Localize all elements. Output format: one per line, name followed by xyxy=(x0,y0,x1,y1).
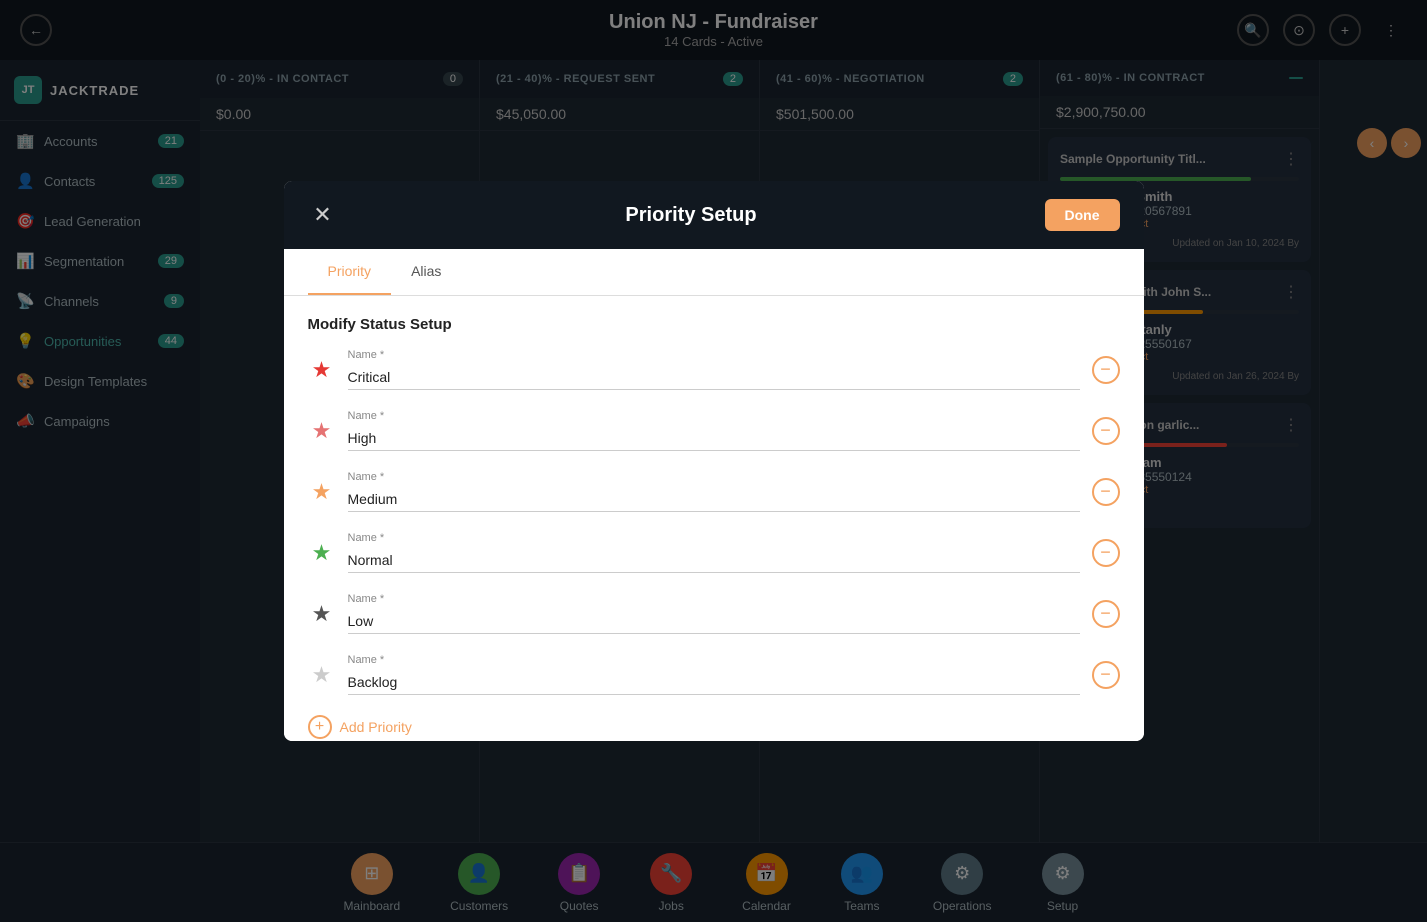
priority-star-high: ★ xyxy=(308,418,336,444)
modal-tab-priority[interactable]: Priority xyxy=(308,249,392,295)
priority-row-critical: ★ Name * − xyxy=(308,349,1120,390)
modify-title: Modify Status Setup xyxy=(308,316,1120,333)
add-priority-icon: + xyxy=(308,715,332,739)
priority-name-input-medium[interactable] xyxy=(348,487,1080,512)
priority-name-input-low[interactable] xyxy=(348,609,1080,634)
priority-remove-medium[interactable]: − xyxy=(1092,478,1120,506)
priority-remove-high[interactable]: − xyxy=(1092,417,1120,445)
priority-field-label-low: Name * xyxy=(348,593,1080,605)
priority-field-label-medium: Name * xyxy=(348,471,1080,483)
modal-tabs: PriorityAlias xyxy=(284,249,1144,296)
modal-overlay[interactable]: ✕ Priority Setup Done PriorityAlias Modi… xyxy=(0,0,1427,922)
modal-tab-alias[interactable]: Alias xyxy=(391,249,461,295)
priority-field-label-high: Name * xyxy=(348,410,1080,422)
priority-row-low: ★ Name * − xyxy=(308,593,1120,634)
priority-name-input-critical[interactable] xyxy=(348,365,1080,390)
priority-name-input-normal[interactable] xyxy=(348,548,1080,573)
priority-remove-critical[interactable]: − xyxy=(1092,356,1120,384)
priority-row-high: ★ Name * − xyxy=(308,410,1120,451)
add-priority-label: Add Priority xyxy=(340,719,412,735)
priority-star-low: ★ xyxy=(308,601,336,627)
priority-row-medium: ★ Name * − xyxy=(308,471,1120,512)
priority-field-normal: Name * xyxy=(348,532,1080,573)
priority-star-medium: ★ xyxy=(308,479,336,505)
priority-setup-modal: ✕ Priority Setup Done PriorityAlias Modi… xyxy=(284,181,1144,741)
priority-star-normal: ★ xyxy=(308,540,336,566)
priority-remove-normal[interactable]: − xyxy=(1092,539,1120,567)
priority-field-label-critical: Name * xyxy=(348,349,1080,361)
add-priority-button[interactable]: + Add Priority xyxy=(308,715,1120,739)
priority-name-input-backlog[interactable] xyxy=(348,670,1080,695)
modal-title: Priority Setup xyxy=(338,204,1045,227)
priority-row-backlog: ★ Name * − xyxy=(308,654,1120,695)
priority-row-normal: ★ Name * − xyxy=(308,532,1120,573)
priority-field-label-backlog: Name * xyxy=(348,654,1080,666)
priority-remove-low[interactable]: − xyxy=(1092,600,1120,628)
priority-field-backlog: Name * xyxy=(348,654,1080,695)
modal-done-button[interactable]: Done xyxy=(1045,199,1120,231)
priority-star-critical: ★ xyxy=(308,357,336,383)
modal-header: ✕ Priority Setup Done xyxy=(284,181,1144,249)
priority-field-medium: Name * xyxy=(348,471,1080,512)
modal-body: Modify Status Setup ★ Name * − ★ Name * … xyxy=(284,296,1144,741)
priority-field-critical: Name * xyxy=(348,349,1080,390)
priority-remove-backlog[interactable]: − xyxy=(1092,661,1120,689)
priority-field-low: Name * xyxy=(348,593,1080,634)
priority-list: ★ Name * − ★ Name * − ★ Name * − ★ Name … xyxy=(308,349,1120,695)
priority-name-input-high[interactable] xyxy=(348,426,1080,451)
priority-star-backlog: ★ xyxy=(308,662,336,688)
priority-field-high: Name * xyxy=(348,410,1080,451)
priority-field-label-normal: Name * xyxy=(348,532,1080,544)
modal-close-button[interactable]: ✕ xyxy=(308,202,338,228)
